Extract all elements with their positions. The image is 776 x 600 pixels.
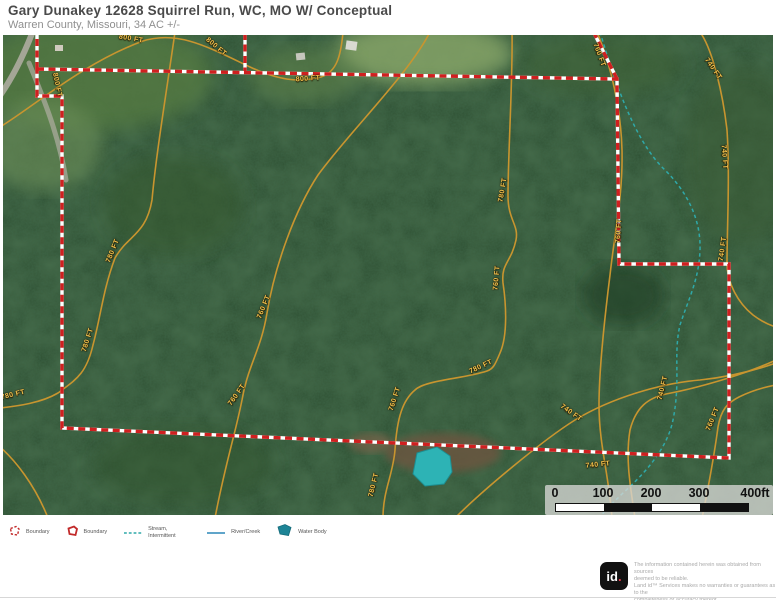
map-canvas[interactable]: 800 FT800 FT800 FT800 FT780 FT780 FT780 …: [3, 35, 773, 515]
legend-item-label: Stream, Intermittent: [148, 526, 190, 539]
footer: id. The information contained herein was…: [600, 562, 776, 600]
water-body: [413, 447, 452, 486]
legend-item: River/Creek: [206, 524, 260, 542]
land-id-logo: id.: [600, 562, 628, 590]
page-title: Gary Dunakey 12628 Squirrel Run, WC, MO …: [8, 3, 392, 18]
scale-bar-segments: [555, 503, 749, 512]
legend-item-label: Water Body: [298, 529, 327, 536]
disclaimer-line: deemed to be reliable.: [634, 576, 776, 583]
logo-text: id: [606, 569, 618, 584]
scale-tick-label: 300: [689, 486, 710, 500]
disclaimer-text: The information contained herein was obt…: [634, 562, 776, 600]
legend-item-label: River/Creek: [231, 529, 260, 536]
scale-tick-label: 100: [593, 486, 614, 500]
legend-item-label: Boundary: [84, 529, 108, 536]
legend-item: Boundary: [8, 524, 50, 542]
boundary-dashed-icon: [8, 524, 21, 542]
river-creek-icon: [206, 524, 226, 542]
legend-item: Boundary: [66, 524, 108, 542]
water-body-icon: [276, 523, 293, 542]
legend-item: Water Body: [276, 523, 327, 542]
disclaimer-line: Land id™ Services makes no warranties or…: [634, 583, 776, 597]
stream-intermittent-icon: [123, 524, 143, 542]
legend-item: Stream, Intermittent: [123, 524, 190, 542]
legend-item-label: Boundary: [26, 529, 50, 536]
scale-segment: [604, 504, 652, 511]
map-legend: Boundary Boundary Stream, Intermittent Rive…: [8, 523, 343, 542]
scale-segment: [652, 504, 700, 511]
disclaimer-line: The information contained herein was obt…: [634, 562, 776, 576]
scale-tick-label: 400ft: [740, 486, 769, 500]
scale-bar: 0 100 200 300 400ft: [545, 485, 773, 515]
scale-segment: [556, 504, 604, 511]
page-subtitle: Warren County, Missouri, 34 AC +/-: [8, 19, 392, 31]
boundary-solid-icon: [66, 524, 79, 542]
map-header: Gary Dunakey 12628 Squirrel Run, WC, MO …: [8, 3, 392, 31]
land-id-map-export: Gary Dunakey 12628 Squirrel Run, WC, MO …: [0, 0, 776, 600]
bottom-divider: [0, 597, 776, 598]
scale-tick-label: 0: [552, 486, 559, 500]
logo-dot: .: [618, 569, 622, 584]
scale-segment: [700, 504, 748, 511]
scale-bar-ticks: 0 100 200 300 400ft: [545, 486, 773, 501]
scale-tick-label: 200: [641, 486, 662, 500]
satellite-map-image: [3, 35, 773, 515]
